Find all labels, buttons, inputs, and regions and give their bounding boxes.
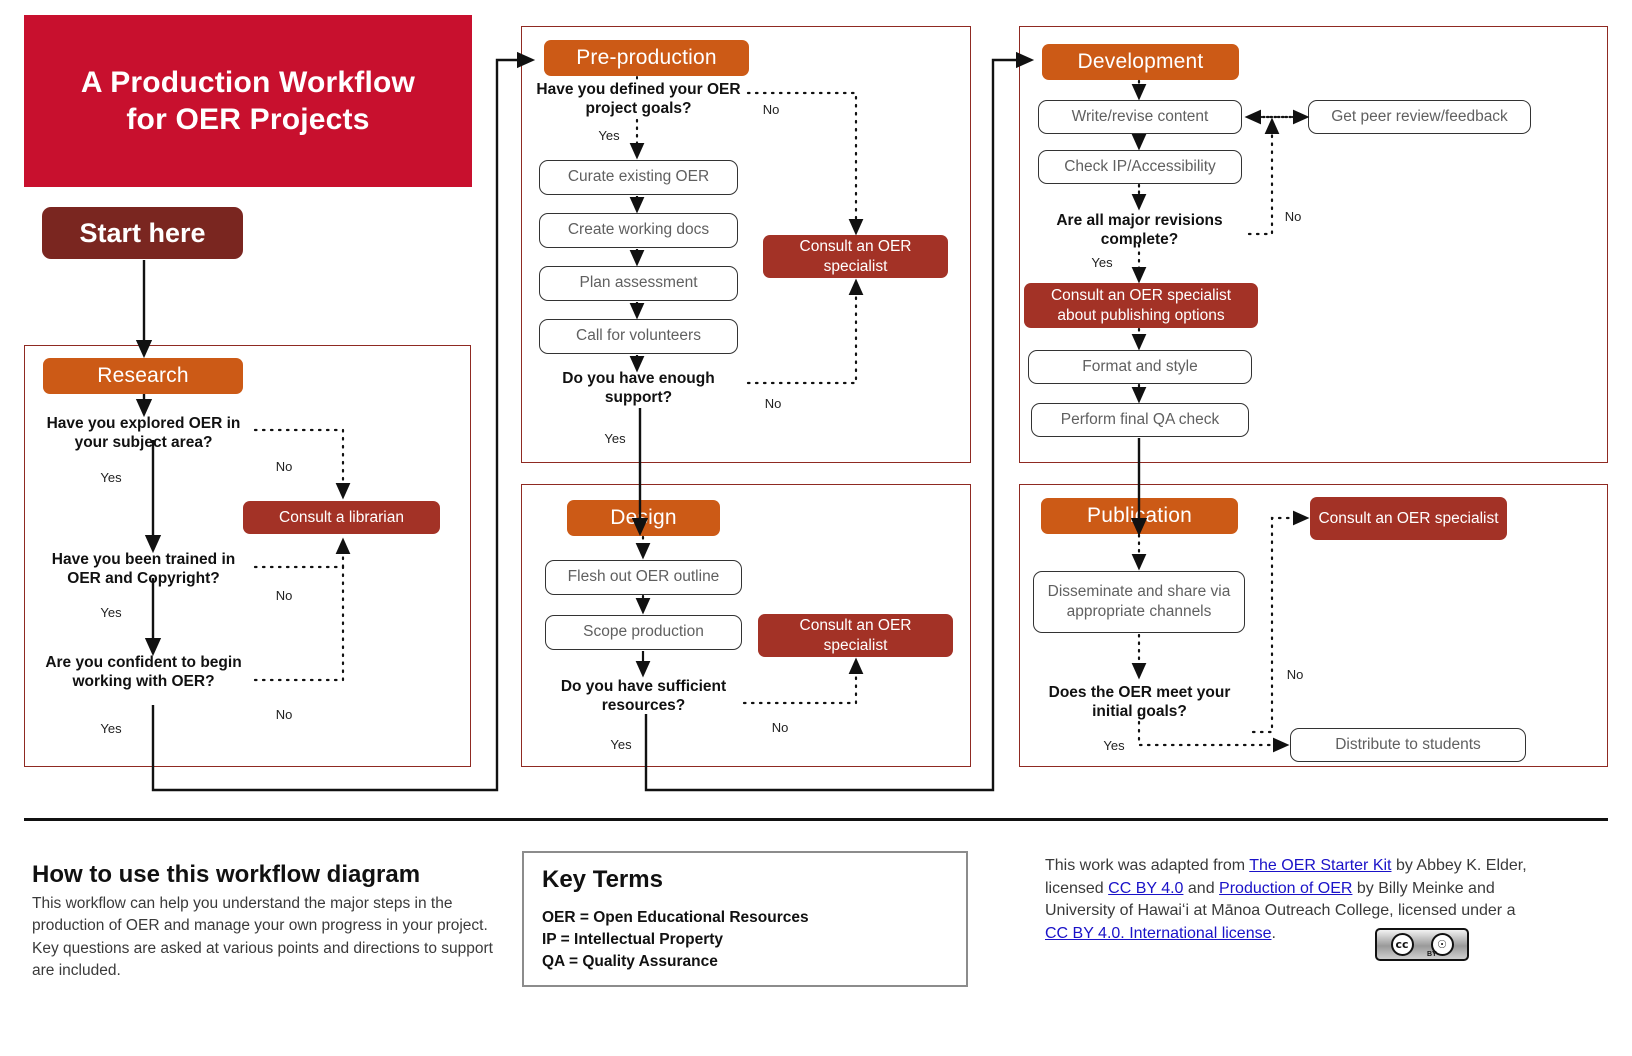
page-title-line1: A Production Workflow [80, 65, 416, 99]
step-get-peer-review-feedback[interactable]: Get peer review/feedback [1308, 100, 1531, 134]
phase-header-design-label: Design [610, 506, 677, 529]
branch-label-no-2: No [275, 588, 293, 603]
phase-header-publication[interactable]: Publication [1041, 498, 1238, 534]
branch-label-pub-yes: Yes [1103, 738, 1125, 753]
action-consult-oer-specialist-design[interactable]: Consult an OER specialist [758, 614, 953, 657]
step-write-revise-content[interactable]: Write/revise content [1038, 100, 1242, 134]
step-check-ip-accessibility-label: Check IP/Accessibility [1064, 157, 1216, 175]
branch-label-pub-no: No [1286, 667, 1304, 682]
step-call-for-volunteers[interactable]: Call for volunteers [539, 319, 738, 354]
phase-header-publication-label: Publication [1087, 504, 1192, 527]
page-title-line2: for OER Projects [126, 103, 370, 136]
phase-header-pre-production[interactable]: Pre-production [544, 40, 749, 76]
branch-label-no-1: No [275, 459, 293, 474]
step-perform-final-qa-check-label: Perform final QA check [1060, 410, 1220, 428]
branch-label-no-3: No [275, 707, 293, 722]
link-cc-by-40-international[interactable]: CC BY 4.0. International license [1045, 925, 1272, 942]
action-consult-librarian[interactable]: Consult a librarian [243, 501, 440, 534]
step-plan-assessment-label: Plan assessment [579, 274, 698, 292]
phase-header-development-label: Development [1077, 50, 1204, 73]
branch-label-pp-yes-2: Yes [604, 431, 626, 446]
action-consult-oer-specialist-publication[interactable]: Consult an OER specialist [1310, 497, 1507, 540]
step-format-and-style[interactable]: Format and style [1028, 350, 1252, 384]
step-flesh-out-oer-outline-label: Flesh out OER outline [567, 568, 720, 586]
action-consult-oer-specialist-design-label: Consult an OER specialist [799, 617, 912, 654]
key-term-oer: OER = Open Educational Resources [542, 909, 809, 926]
branch-label-dev-no: No [1284, 209, 1302, 224]
link-cc-by-40[interactable]: CC BY 4.0 [1108, 880, 1183, 897]
step-scope-production-label: Scope production [583, 623, 704, 641]
phase-header-research[interactable]: Research [43, 358, 243, 394]
branch-label-yes-2: Yes [100, 605, 122, 620]
question-defined-project-goals: Have you defined your OER project goals? [536, 81, 741, 117]
question-confident-working-oer: Are you confident to begin working with … [45, 654, 242, 690]
action-consult-librarian-label: Consult a librarian [279, 508, 404, 526]
step-write-revise-content-label: Write/revise content [1071, 107, 1209, 125]
step-get-peer-review-feedback-label: Get peer review/feedback [1331, 107, 1508, 125]
branch-label-design-yes: Yes [610, 737, 632, 752]
question-trained-oer-copyright: Have you been trained in OER and Copyrig… [51, 551, 236, 587]
link-oer-starter-kit[interactable]: The OER Starter Kit [1249, 857, 1391, 874]
step-flesh-out-oer-outline[interactable]: Flesh out OER outline [545, 560, 742, 595]
step-check-ip-accessibility[interactable]: Check IP/Accessibility [1038, 150, 1242, 184]
howto-body: This workflow can help you understand th… [32, 895, 493, 980]
step-scope-production[interactable]: Scope production [545, 615, 742, 650]
phase-header-research-label: Research [97, 364, 189, 387]
footer-divider [24, 818, 1608, 821]
action-consult-oer-specialist-preproduction[interactable]: Consult an OER specialist [763, 235, 948, 278]
cc-badge-sublabel: BY [1427, 951, 1437, 958]
question-enough-support: Do you have enough support? [562, 370, 715, 406]
question-oer-meets-initial-goals: Does the OER meet your initial goals? [1048, 684, 1231, 720]
question-major-revisions-complete: Are all major revisions complete? [1056, 212, 1223, 248]
phase-header-design[interactable]: Design [567, 500, 720, 536]
cc-by-badge[interactable]: cc ☉ BY [1375, 928, 1469, 961]
action-consult-oer-specialist-publication-label: Consult an OER specialist [1318, 509, 1499, 527]
step-format-and-style-label: Format and style [1082, 357, 1198, 375]
link-production-of-oer[interactable]: Production of OER [1219, 880, 1352, 897]
step-disseminate-and-share-label: Disseminate and share via appropriate ch… [1047, 582, 1231, 620]
action-consult-oer-specialist-publishing[interactable]: Consult an OER specialist about publishi… [1024, 283, 1258, 328]
attribution-part-1: This work was adapted from [1045, 857, 1250, 874]
step-create-working-docs[interactable]: Create working docs [539, 213, 738, 248]
attribution-part-5: . [1271, 925, 1276, 943]
step-plan-assessment[interactable]: Plan assessment [539, 266, 738, 301]
step-disseminate-and-share[interactable]: Disseminate and share via appropriate ch… [1033, 571, 1245, 633]
question-explored-oer: Have you explored OER in your subject ar… [46, 415, 241, 451]
step-distribute-to-students[interactable]: Distribute to students [1290, 728, 1526, 762]
step-create-working-docs-label: Create working docs [567, 221, 710, 239]
question-sufficient-resources: Do you have sufficient resources? [560, 678, 727, 714]
key-terms-heading: Key Terms [542, 866, 663, 893]
key-term-ip: IP = Intellectual Property [542, 931, 724, 948]
page-title-banner: A Production Workflow for OER Projects [24, 15, 472, 187]
phase-header-development[interactable]: Development [1042, 44, 1239, 80]
branch-label-design-no: No [771, 720, 789, 735]
step-call-for-volunteers-label: Call for volunteers [576, 327, 701, 345]
step-curate-existing-oer-label: Curate existing OER [567, 168, 710, 186]
key-term-qa: QA = Quality Assurance [542, 953, 718, 970]
branch-label-pp-no-1: No [762, 102, 780, 117]
branch-label-yes-3: Yes [100, 721, 122, 736]
action-consult-oer-specialist-publishing-label: Consult an OER specialist about publishi… [1050, 287, 1232, 324]
step-curate-existing-oer[interactable]: Curate existing OER [539, 160, 738, 195]
branch-label-yes-1: Yes [100, 470, 122, 485]
start-here-label: Start here [79, 217, 206, 248]
branch-label-pp-yes-1: Yes [598, 128, 620, 143]
start-here-pill[interactable]: Start here [42, 207, 243, 259]
step-distribute-to-students-label: Distribute to students [1335, 735, 1481, 753]
step-perform-final-qa-check[interactable]: Perform final QA check [1031, 403, 1249, 437]
key-terms-box: Key Terms OER = Open Educational Resourc… [522, 851, 968, 987]
action-consult-oer-specialist-preproduction-label: Consult an OER specialist [799, 238, 912, 275]
attribution-part-3: and [1183, 879, 1220, 897]
phase-header-pre-production-label: Pre-production [576, 46, 717, 69]
cc-logo-icon: cc [1390, 933, 1414, 956]
branch-label-dev-yes: Yes [1091, 255, 1113, 270]
branch-label-pp-no-2: No [764, 396, 782, 411]
howto-heading: How to use this workflow diagram [32, 861, 421, 888]
